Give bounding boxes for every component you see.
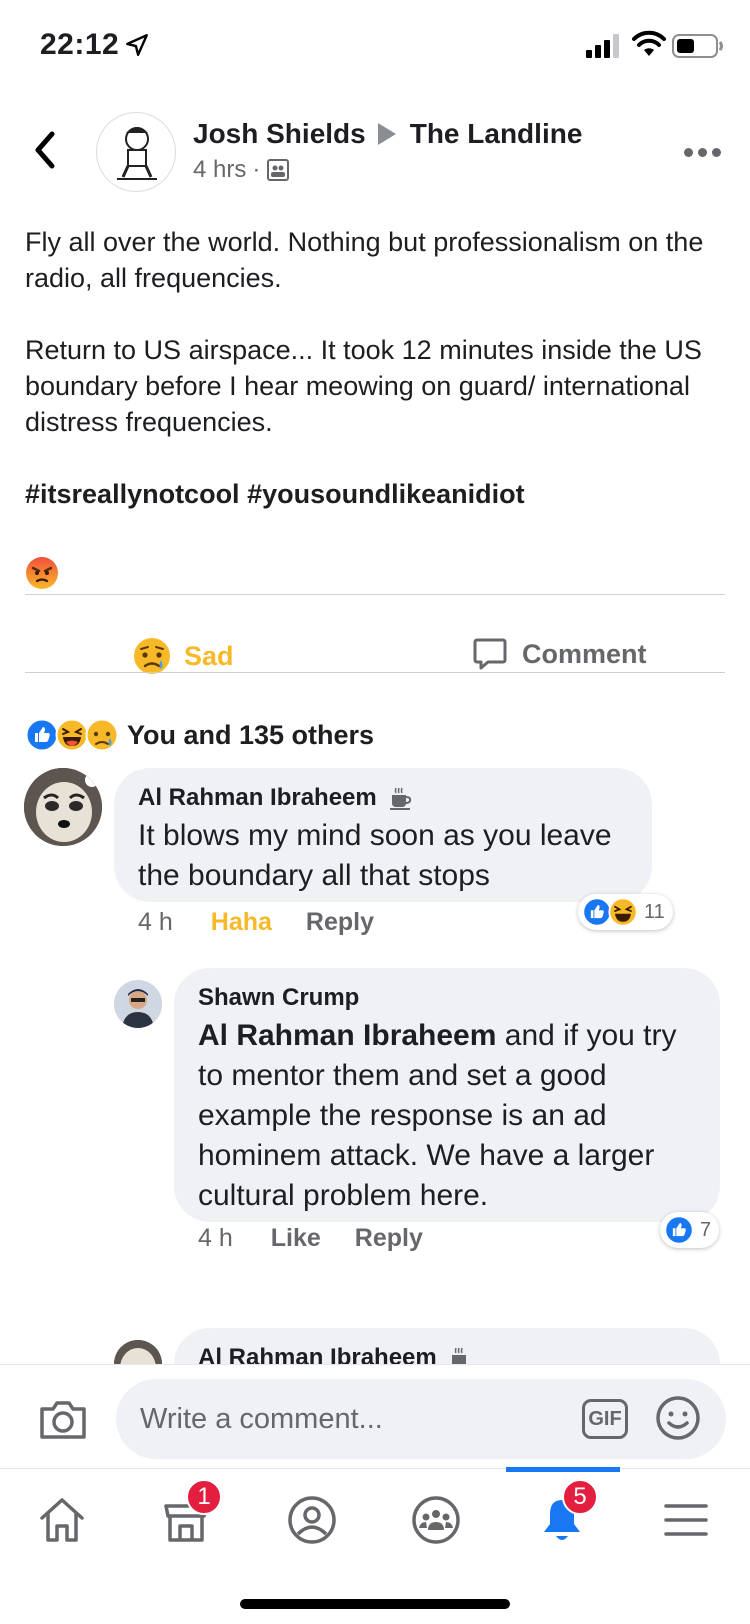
comment-text: It blows my mind soon as you leave the b… [138,819,612,892]
post-author-line: Josh Shields The Landline [193,118,582,150]
status-bar: 22:12 [0,0,750,90]
cartoon-avatar-icon [117,127,157,180]
comment-label: Comment [522,638,647,669]
commenter-name[interactable]: Shawn Crump [198,984,359,1012]
comment-text: Al Rahman Ibraheem and if you try to men… [198,1016,708,1216]
group-audience-icon [267,159,290,181]
comment-composer: GIF [0,1364,750,1468]
comment-bubble[interactable]: Al Rahman Ibraheem It blows my mind soon… [114,768,652,902]
post-meta: 4 hrs · [193,156,290,184]
meta-separator: · [252,156,261,183]
commenter-avatar[interactable] [24,768,102,846]
emoji-icon[interactable] [655,1395,701,1441]
tab-profile[interactable] [272,1485,352,1555]
notifications-badge: 5 [562,1479,598,1515]
sad-reaction-icon [85,718,119,752]
dog-photo-icon [24,768,102,846]
reply-button[interactable]: Reply [306,908,374,937]
cellular-signal-icon [586,34,619,58]
haha-reaction-button[interactable]: Haha [211,908,272,937]
comment-bubble[interactable]: Shawn Crump Al Rahman Ibraheem and if yo… [174,968,720,1222]
menu-icon [664,1504,708,1536]
commenter-avatar[interactable] [114,980,162,1028]
comment-bubble-icon [473,638,507,670]
home-icon [40,1498,84,1542]
tab-notifications[interactable]: 5 [522,1479,602,1555]
post-paragraph: Fly all over the world. Nothing but prof… [25,227,704,293]
mention-link[interactable]: Al Rahman Ibraheem [198,1019,496,1052]
back-chevron-icon[interactable] [30,130,60,170]
more-options-icon[interactable] [684,148,721,157]
post-time[interactable]: 4 hrs [193,156,246,184]
bottom-tab-bar: 1 5 [0,1467,750,1624]
haha-reaction-icon [608,897,638,927]
marketplace-badge: 1 [186,1479,222,1515]
sad-reaction-button[interactable]: Sad [132,636,234,676]
reactions-summary[interactable]: You and 135 others [25,718,374,752]
tab-menu[interactable] [646,1485,726,1555]
profile-icon [288,1496,336,1544]
haha-reaction-icon [55,718,89,752]
tab-groups[interactable] [396,1485,476,1555]
like-reaction-icon [664,1215,694,1245]
groups-icon [412,1496,460,1544]
shared-to-arrow-icon [377,123,396,145]
comment-time[interactable]: 4 h [198,1224,233,1253]
reply-button[interactable]: Reply [355,1224,423,1253]
comment-input[interactable] [116,1379,726,1459]
comment-reactions-pill[interactable]: 7 [660,1212,720,1248]
comment-reactions-pill[interactable]: 11 [578,894,673,930]
post-paragraph: Return to US airspace... It took 12 minu… [25,335,702,437]
reactions-count-text: You and 135 others [127,719,375,750]
post-hashtags[interactable]: #itsreallynotcool #yousoundlikeanidiot [25,476,725,512]
sad-label: Sad [184,640,234,671]
like-button[interactable]: Like [271,1224,321,1253]
tab-marketplace[interactable]: 1 [146,1479,226,1555]
angry-emoji-icon [26,557,58,589]
reaction-count: 7 [700,1218,712,1241]
gif-button[interactable]: GIF [582,1399,628,1439]
sad-emoji-icon [134,638,170,674]
location-arrow-icon [126,34,148,56]
coffee-badge-icon [389,787,411,810]
person-photo-icon [114,980,162,1028]
comment-time[interactable]: 4 h [138,908,173,937]
like-reaction-icon [25,718,59,752]
comment-meta: 4 h Haha Reply [138,908,374,937]
post-body: Fly all over the world. Nothing but prof… [25,224,725,548]
divider [25,594,725,595]
comment-meta: 4 h Like Reply [198,1224,423,1253]
battery-icon [672,34,723,58]
tab-home[interactable] [22,1485,102,1555]
camera-icon[interactable] [38,1399,88,1441]
wifi-icon [632,30,666,56]
group-name[interactable]: The Landline [410,118,583,150]
status-time: 22:12 [40,28,120,61]
active-tab-indicator [506,1467,620,1472]
author-name[interactable]: Josh Shields [193,118,366,150]
home-indicator [240,1599,510,1609]
reaction-count: 11 [644,900,665,923]
comment-button[interactable]: Comment [472,636,647,672]
divider [25,672,725,673]
commenter-name[interactable]: Al Rahman Ibraheem [138,784,377,812]
author-avatar[interactable] [96,112,176,192]
